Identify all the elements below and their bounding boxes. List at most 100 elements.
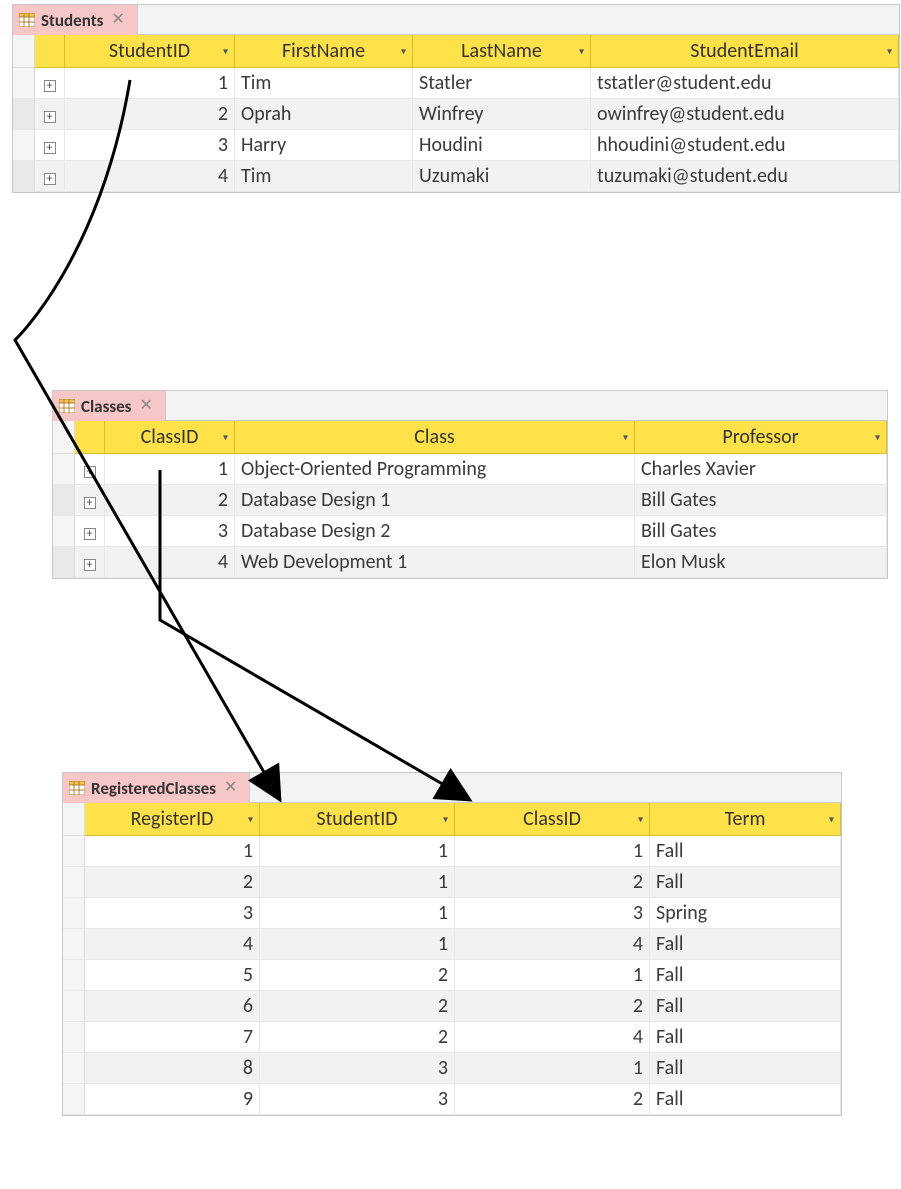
dropdown-icon[interactable]: ▾ [401,45,406,58]
cell-studentemail[interactable]: tstatler@student.edu [591,68,899,99]
cell-registerid[interactable]: 3 [85,898,260,929]
cell-studentid[interactable]: 2 [260,1022,455,1053]
cell-registerid[interactable]: 4 [85,929,260,960]
dropdown-icon[interactable]: ▾ [579,45,584,58]
cell-studentid[interactable]: 3 [260,1084,455,1115]
cell-term[interactable]: Fall [650,991,841,1022]
cell-registerid[interactable]: 7 [85,1022,260,1053]
expand-cell[interactable]: + [35,68,65,99]
cell-studentid[interactable]: 3 [65,130,235,161]
cell-professor[interactable]: Bill Gates [635,485,887,516]
cell-studentid[interactable]: 2 [260,960,455,991]
dropdown-icon[interactable]: ▾ [638,813,643,826]
row-selector[interactable] [63,1053,85,1084]
cell-classid[interactable]: 4 [455,929,650,960]
dropdown-icon[interactable]: ▾ [223,431,228,444]
row-selector[interactable] [13,99,35,130]
cell-classid[interactable]: 4 [105,547,235,578]
row-selector[interactable] [63,1022,85,1053]
dropdown-icon[interactable]: ▾ [829,813,834,826]
classes-tab[interactable]: Classes ✕ [53,391,166,421]
cell-classid[interactable]: 1 [105,454,235,485]
cell-studentid[interactable]: 3 [260,1053,455,1084]
cell-class[interactable]: Object-Oriented Programming [235,454,635,485]
cell-registerid[interactable]: 9 [85,1084,260,1115]
row-selector[interactable] [63,929,85,960]
cell-registerid[interactable]: 5 [85,960,260,991]
cell-classid[interactable]: 1 [455,836,650,867]
row-selector[interactable] [63,960,85,991]
cell-studentid[interactable]: 2 [260,991,455,1022]
cell-term[interactable]: Fall [650,1053,841,1084]
cell-classid[interactable]: 1 [455,960,650,991]
column-header-class[interactable]: Class▾ [235,421,635,454]
cell-studentemail[interactable]: tuzumaki@student.edu [591,161,899,192]
dropdown-icon[interactable]: ▾ [875,431,880,444]
cell-classid[interactable]: 2 [455,991,650,1022]
cell-term[interactable]: Fall [650,960,841,991]
cell-term[interactable]: Fall [650,836,841,867]
row-selector[interactable] [13,130,35,161]
row-selector[interactable] [63,1084,85,1115]
expand-cell[interactable]: + [75,547,105,578]
column-header-studentid[interactable]: StudentID▾ [260,803,455,836]
row-selector[interactable] [53,516,75,547]
column-header-term[interactable]: Term▾ [650,803,841,836]
column-header-classid[interactable]: ClassID▾ [455,803,650,836]
column-header-firstname[interactable]: FirstName▾ [235,35,413,68]
cell-studentid[interactable]: 1 [260,929,455,960]
select-all-corner[interactable] [13,35,35,68]
row-selector[interactable] [63,836,85,867]
row-selector[interactable] [53,547,75,578]
close-icon[interactable]: ✕ [109,12,126,28]
cell-classid[interactable]: 3 [105,516,235,547]
cell-firstname[interactable]: Oprah [235,99,413,130]
column-header-lastname[interactable]: LastName▾ [413,35,591,68]
cell-registerid[interactable]: 2 [85,867,260,898]
column-header-studentid[interactable]: StudentID▾ [65,35,235,68]
cell-term[interactable]: Fall [650,867,841,898]
expand-cell[interactable]: + [75,485,105,516]
cell-studentid[interactable]: 1 [260,867,455,898]
row-selector[interactable] [63,898,85,929]
cell-registerid[interactable]: 8 [85,1053,260,1084]
cell-lastname[interactable]: Uzumaki [413,161,591,192]
cell-term[interactable]: Fall [650,1022,841,1053]
cell-classid[interactable]: 2 [455,1084,650,1115]
cell-studentid[interactable]: 1 [260,836,455,867]
cell-classid[interactable]: 1 [455,1053,650,1084]
cell-professor[interactable]: Charles Xavier [635,454,887,485]
select-all-corner[interactable] [63,803,85,836]
dropdown-icon[interactable]: ▾ [887,45,892,58]
cell-class[interactable]: Database Design 1 [235,485,635,516]
cell-classid[interactable]: 2 [455,867,650,898]
cell-studentemail[interactable]: hhoudini@student.edu [591,130,899,161]
dropdown-icon[interactable]: ▾ [248,813,253,826]
cell-term[interactable]: Fall [650,929,841,960]
dropdown-icon[interactable]: ▾ [223,45,228,58]
students-tab[interactable]: Students ✕ [13,5,138,35]
cell-registerid[interactable]: 6 [85,991,260,1022]
cell-studentid[interactable]: 1 [65,68,235,99]
cell-classid[interactable]: 2 [105,485,235,516]
column-header-registerid[interactable]: RegisterID▾ [85,803,260,836]
cell-professor[interactable]: Bill Gates [635,516,887,547]
cell-firstname[interactable]: Tim [235,161,413,192]
expand-cell[interactable]: + [35,99,65,130]
close-icon[interactable]: ✕ [222,780,239,796]
dropdown-icon[interactable]: ▾ [443,813,448,826]
cell-lastname[interactable]: Statler [413,68,591,99]
dropdown-icon[interactable]: ▾ [623,431,628,444]
expand-cell[interactable]: + [35,130,65,161]
row-selector[interactable] [13,68,35,99]
cell-classid[interactable]: 4 [455,1022,650,1053]
cell-class[interactable]: Database Design 2 [235,516,635,547]
cell-term[interactable]: Fall [650,1084,841,1115]
cell-studentid[interactable]: 4 [65,161,235,192]
expand-cell[interactable]: + [75,454,105,485]
cell-classid[interactable]: 3 [455,898,650,929]
column-header-studentemail[interactable]: StudentEmail▾ [591,35,899,68]
cell-studentid[interactable]: 2 [65,99,235,130]
cell-registerid[interactable]: 1 [85,836,260,867]
row-selector[interactable] [63,867,85,898]
